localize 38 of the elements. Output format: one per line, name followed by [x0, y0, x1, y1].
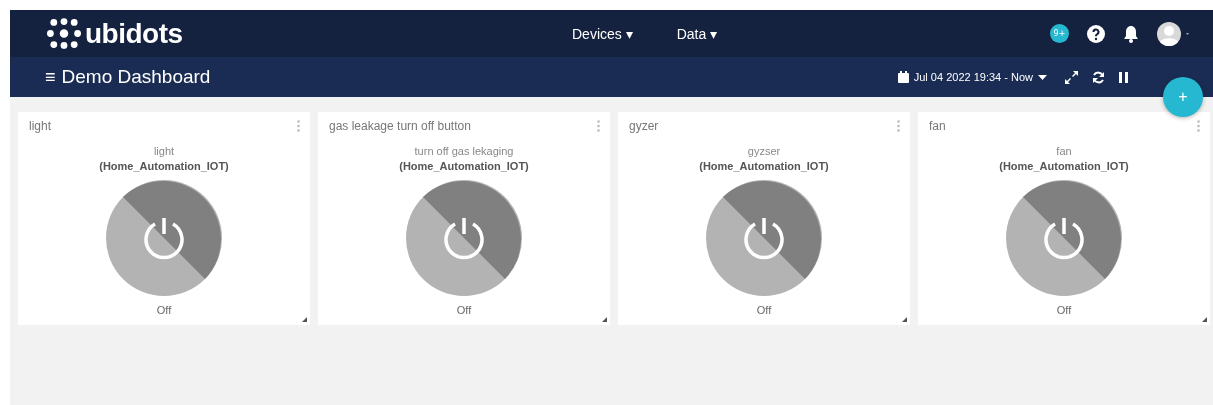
calendar-icon: [897, 71, 909, 83]
power-switch[interactable]: [106, 180, 222, 296]
widget-title: gyzer: [629, 119, 659, 133]
power-switch[interactable]: [1006, 180, 1122, 296]
widget-title: fan: [929, 119, 946, 133]
date-range-picker[interactable]: Jul 04 2022 19:34 - Now: [897, 71, 1047, 83]
expand-icon[interactable]: [1065, 70, 1078, 84]
power-switch[interactable]: [706, 180, 822, 296]
nav-menu[interactable]: Data ▾: [676, 25, 718, 42]
widget-title: light: [29, 119, 51, 133]
variable-name: gyzser: [747, 145, 781, 157]
menu-icon[interactable]: ≡: [45, 66, 56, 88]
refresh-icon[interactable]: [1092, 70, 1105, 84]
device-name: (Home_Automation_IOT): [399, 160, 529, 172]
device-name: (Home_Automation_IOT): [699, 160, 829, 172]
nav-menu[interactable]: Devices ▾: [572, 25, 633, 42]
caret-icon: [1038, 74, 1047, 80]
switch-status: Off: [156, 304, 172, 316]
widget-title: gas leakage turn off button: [329, 119, 471, 133]
switch-status: Off: [756, 304, 772, 316]
variable-name: fan: [1056, 145, 1072, 157]
resize-handle-icon[interactable]: [602, 317, 607, 322]
bell-icon[interactable]: [1123, 24, 1139, 43]
dashboard-title: Demo Dashboard: [61, 66, 211, 88]
resize-handle-icon[interactable]: [1202, 317, 1207, 322]
device-name: (Home_Automation_IOT): [99, 160, 229, 172]
switch-status: Off: [456, 304, 472, 316]
switch-status: Off: [1056, 304, 1072, 316]
brand-name: ubidots: [85, 17, 183, 50]
pause-icon[interactable]: [1119, 71, 1128, 83]
resize-handle-icon[interactable]: [902, 317, 907, 322]
logo-icon: [47, 18, 81, 49]
variable-name: light: [153, 145, 175, 157]
device-name: (Home_Automation_IOT): [999, 160, 1129, 172]
power-switch[interactable]: [406, 180, 522, 296]
resize-handle-icon[interactable]: [302, 317, 307, 322]
help-icon[interactable]: [1087, 24, 1105, 43]
variable-name: turn off gas lekaging: [414, 145, 514, 157]
